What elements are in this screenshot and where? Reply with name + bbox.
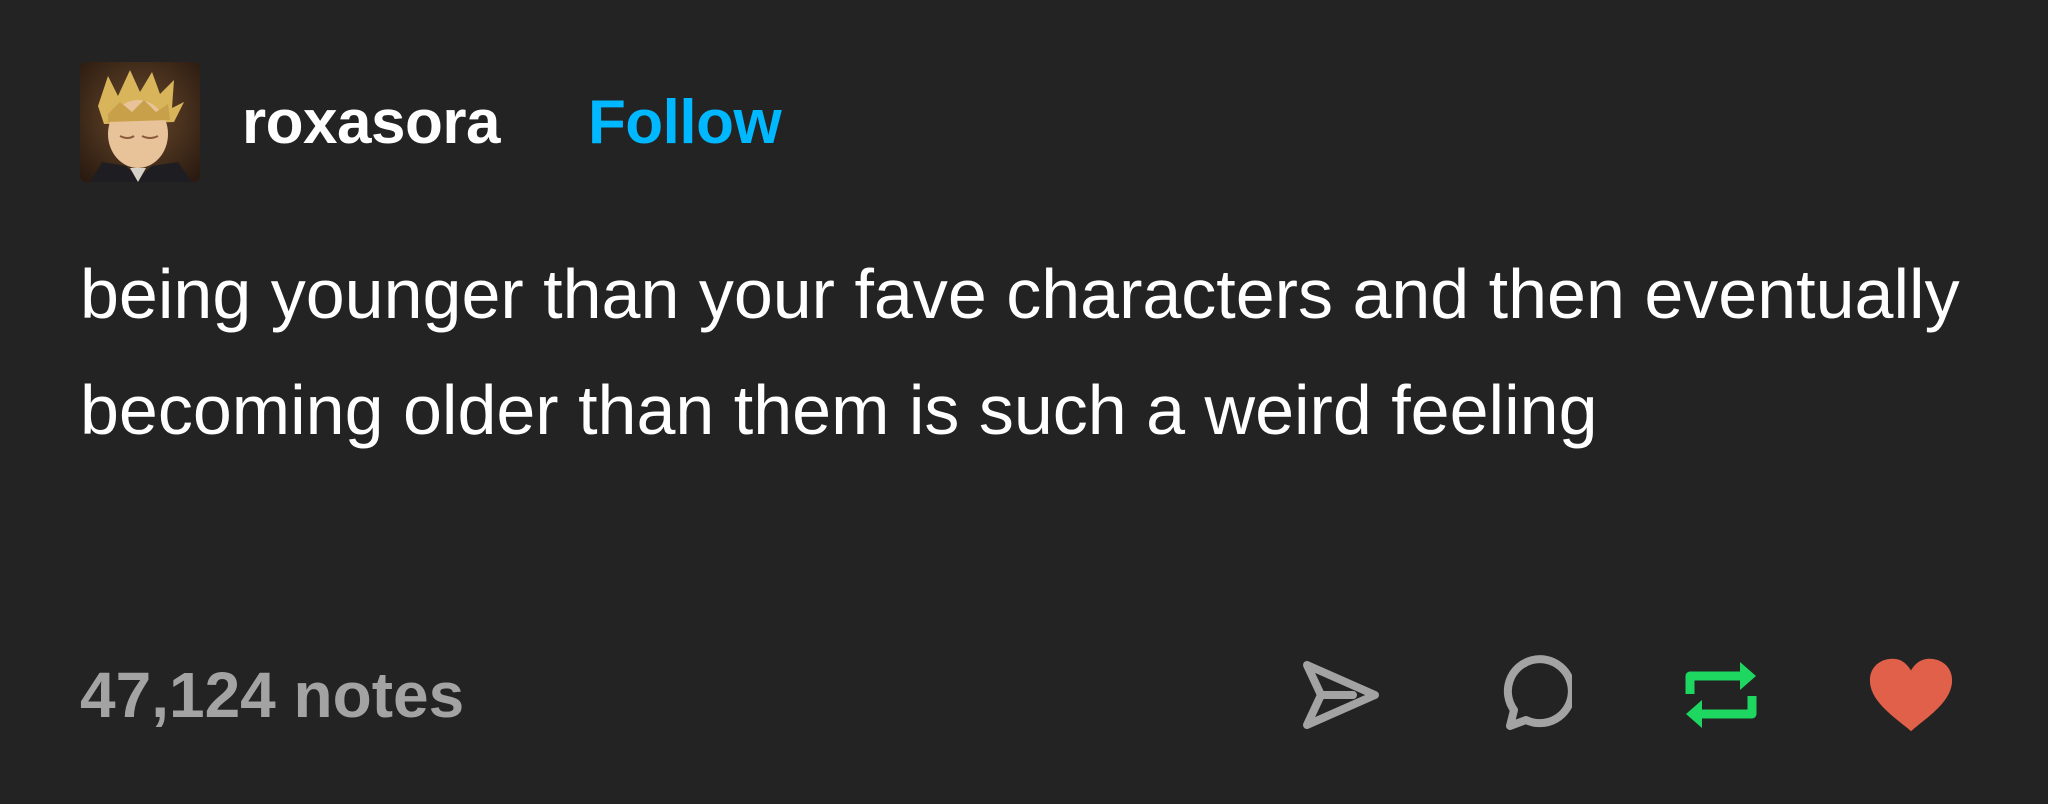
post-body: being younger than your fave characters … [80,255,1960,449]
post-header: roxasora Follow [80,62,782,182]
reply-button[interactable] [1486,650,1576,740]
reply-icon [1503,655,1572,730]
tumblr-post: roxasora Follow being younger than your … [0,0,2048,804]
heart-icon [1869,658,1953,732]
reblog-button[interactable] [1676,650,1766,740]
reblog-icon [1685,662,1757,728]
avatar[interactable] [80,62,200,182]
follow-button[interactable]: Follow [588,87,782,158]
share-button[interactable] [1296,650,1386,740]
post-footer: 47,124 notes [80,650,1956,740]
post-actions [1196,650,1956,740]
share-icon [1303,661,1379,729]
like-button[interactable] [1866,650,1956,740]
username[interactable]: roxasora [242,87,500,158]
notes-count[interactable]: 47,124 notes [80,658,464,732]
